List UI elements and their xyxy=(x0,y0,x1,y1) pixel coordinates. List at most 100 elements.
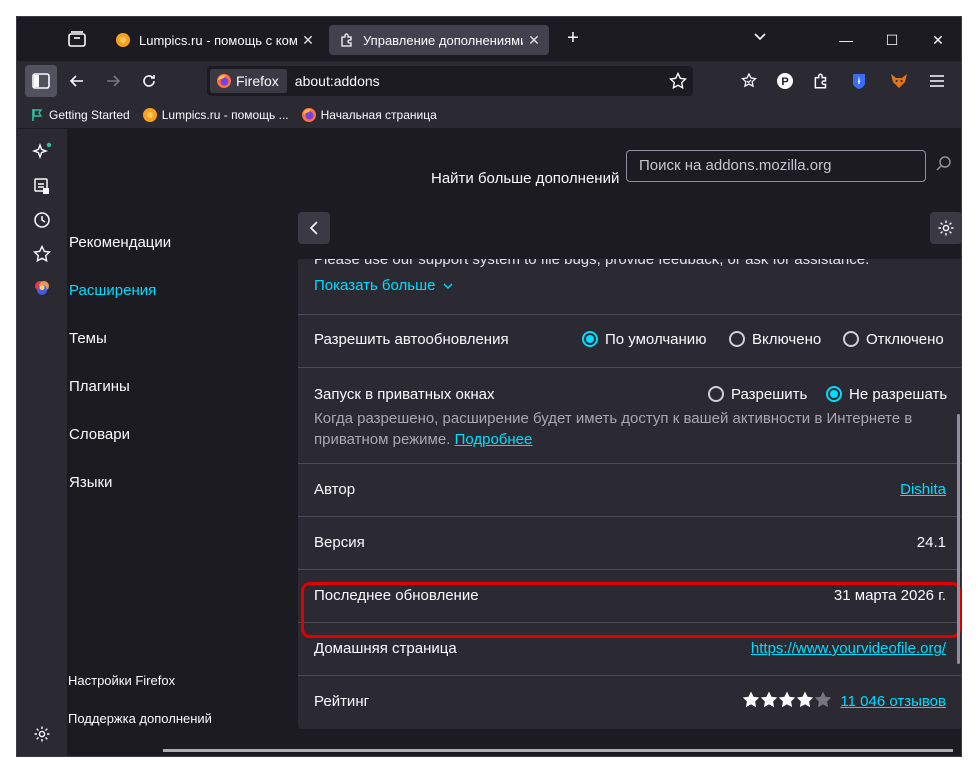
category-recommendations[interactable]: Рекомендации xyxy=(69,234,171,251)
ai-sparkle-icon[interactable] xyxy=(31,141,53,163)
radio-label: Отключено xyxy=(866,331,944,348)
url-text[interactable]: about:addons xyxy=(295,73,380,89)
orange-circle-icon xyxy=(142,107,157,122)
category-themes[interactable]: Темы xyxy=(69,330,107,347)
star-filled-icon xyxy=(797,691,814,708)
sidebar-toggle-button[interactable] xyxy=(25,65,57,97)
minimize-button[interactable]: — xyxy=(823,25,869,55)
close-icon[interactable]: ✕ xyxy=(523,32,545,49)
pocket-p-icon[interactable]: P xyxy=(769,65,801,97)
url-bar[interactable]: Firefox about:addons xyxy=(207,66,693,96)
bookmark-label: Lumpics.ru - помощь ... xyxy=(161,107,289,122)
tab-title: Управление дополнениями xyxy=(363,32,523,48)
navigation-toolbar: Firefox about:addons P ɨ xyxy=(17,61,961,101)
bookmark-star-icon[interactable] xyxy=(668,71,688,95)
autoupdate-default-radio[interactable]: По умолчанию xyxy=(582,331,706,348)
reload-button[interactable] xyxy=(133,65,165,97)
addons-support-link[interactable]: Поддержка дополнений xyxy=(68,711,212,726)
firefox-settings-link[interactable]: Настройки Firefox xyxy=(68,673,175,688)
radio-label: Включено xyxy=(752,331,822,348)
scrollbar[interactable] xyxy=(957,414,960,664)
tab-lumpics[interactable]: Lumpics.ru - помощь с компь ✕ xyxy=(105,25,323,55)
radio-label: Не разрешать xyxy=(849,386,948,403)
version-label: Версия xyxy=(314,534,365,551)
reviews-link[interactable]: 11 046 отзывов xyxy=(840,693,946,710)
firefox-icon xyxy=(217,74,231,88)
author-link[interactable]: Dishita xyxy=(900,481,946,498)
category-languages[interactable]: Языки xyxy=(69,474,112,491)
star-empty-icon xyxy=(815,691,832,708)
svg-text:P: P xyxy=(781,76,788,88)
author-row: Автор Dishita xyxy=(298,464,961,517)
divider xyxy=(163,749,953,752)
radio-selected-icon xyxy=(826,386,842,402)
save-to-pocket-icon[interactable] xyxy=(733,65,765,97)
bookmark-label: Getting Started xyxy=(49,107,130,122)
show-more-link[interactable]: Показать больше xyxy=(314,277,453,294)
addons-search-input[interactable]: Поиск на addons.mozilla.org xyxy=(626,150,926,182)
extensions-puzzle-icon[interactable] xyxy=(805,65,837,97)
back-to-list-button[interactable] xyxy=(298,212,330,244)
fox-extension-icon[interactable] xyxy=(883,65,915,97)
bookmarks-star-icon[interactable] xyxy=(31,243,53,265)
tab-addons-manager[interactable]: Управление дополнениями ✕ xyxy=(329,25,549,55)
autoupdate-off-radio[interactable]: Отключено xyxy=(843,331,944,348)
browser-sidebar xyxy=(17,129,67,756)
search-icon[interactable] xyxy=(935,155,953,178)
category-dictionaries[interactable]: Словари xyxy=(69,426,130,443)
category-plugins[interactable]: Плагины xyxy=(69,378,130,395)
homepage-link[interactable]: https://www.yourvideofile.org/ xyxy=(751,640,946,657)
puzzle-icon xyxy=(339,32,355,48)
firefox-view-icon[interactable] xyxy=(67,29,87,49)
maximize-button[interactable]: ☐ xyxy=(869,25,915,55)
show-more-label: Показать больше xyxy=(314,277,436,294)
bookmarks-toolbar: Getting Started Lumpics.ru - помощь ... … xyxy=(17,101,961,129)
new-tab-button[interactable]: + xyxy=(561,27,585,50)
learn-more-link[interactable]: Подробнее xyxy=(455,431,533,448)
identity-box[interactable]: Firefox xyxy=(210,69,287,93)
private-allow-radio[interactable]: Разрешить xyxy=(708,386,807,403)
getting-started-icon xyxy=(32,108,43,121)
history-clock-icon[interactable] xyxy=(31,209,53,231)
sidebar-settings-gear-icon[interactable] xyxy=(31,723,53,745)
browser-window: Lumpics.ru - помощь с компь ✕ Управление… xyxy=(16,16,962,757)
author-label: Автор xyxy=(314,481,356,498)
synced-tabs-icon[interactable] xyxy=(31,175,53,197)
addons-manager-page: Найти больше дополнений Поиск на addons.… xyxy=(67,129,961,756)
identity-label: Firefox xyxy=(236,73,279,89)
radio-icon xyxy=(729,331,745,347)
rating-stars xyxy=(742,691,832,712)
close-window-button[interactable]: ✕ xyxy=(915,25,961,55)
forward-button[interactable] xyxy=(97,65,129,97)
bookmark-label: Начальная страница xyxy=(320,107,437,122)
bookmark-lumpics[interactable]: Lumpics.ru - помощь ... xyxy=(142,107,289,123)
radio-icon xyxy=(708,386,724,402)
private-windows-row: Запуск в приватных окнах Разрешить Не ра… xyxy=(298,368,961,464)
radio-label: По умолчанию xyxy=(605,331,707,348)
private-note: Когда разрешено, расширение будет иметь … xyxy=(314,410,913,427)
menu-hamburger-icon[interactable] xyxy=(921,65,953,97)
category-extensions[interactable]: Расширения xyxy=(69,282,156,299)
addon-options-gear-button[interactable] xyxy=(930,212,961,244)
description-row: Please use our support system to file bu… xyxy=(298,259,961,315)
back-button[interactable] xyxy=(61,65,93,97)
description-text: Please use our support system to file bu… xyxy=(314,259,870,268)
vpn-shield-icon[interactable]: ɨ xyxy=(843,65,875,97)
autoupdate-on-radio[interactable]: Включено xyxy=(729,331,821,348)
tab-title: Lumpics.ru - помощь с компь xyxy=(139,32,297,48)
highlight-box xyxy=(301,582,961,638)
find-more-addons-label: Найти больше дополнений xyxy=(431,170,620,187)
private-deny-radio[interactable]: Не разрешать xyxy=(826,386,947,403)
bookmark-getting-started[interactable]: Getting Started xyxy=(29,107,130,123)
private-label: Запуск в приватных окнах xyxy=(314,386,495,403)
chevron-down-icon[interactable] xyxy=(753,29,767,46)
tab-strip: Lumpics.ru - помощь с компь ✕ Управление… xyxy=(17,17,961,61)
radio-label: Разрешить xyxy=(731,386,808,403)
version-value: 24.1 xyxy=(916,534,946,551)
private-note-cont: приватном режиме. xyxy=(314,431,451,448)
close-icon[interactable]: ✕ xyxy=(297,32,319,49)
bookmark-home-page[interactable]: Начальная страница xyxy=(301,107,437,123)
orange-circle-icon xyxy=(115,32,131,48)
multicolor-extension-icon[interactable] xyxy=(31,277,53,299)
star-filled-icon xyxy=(743,691,760,708)
